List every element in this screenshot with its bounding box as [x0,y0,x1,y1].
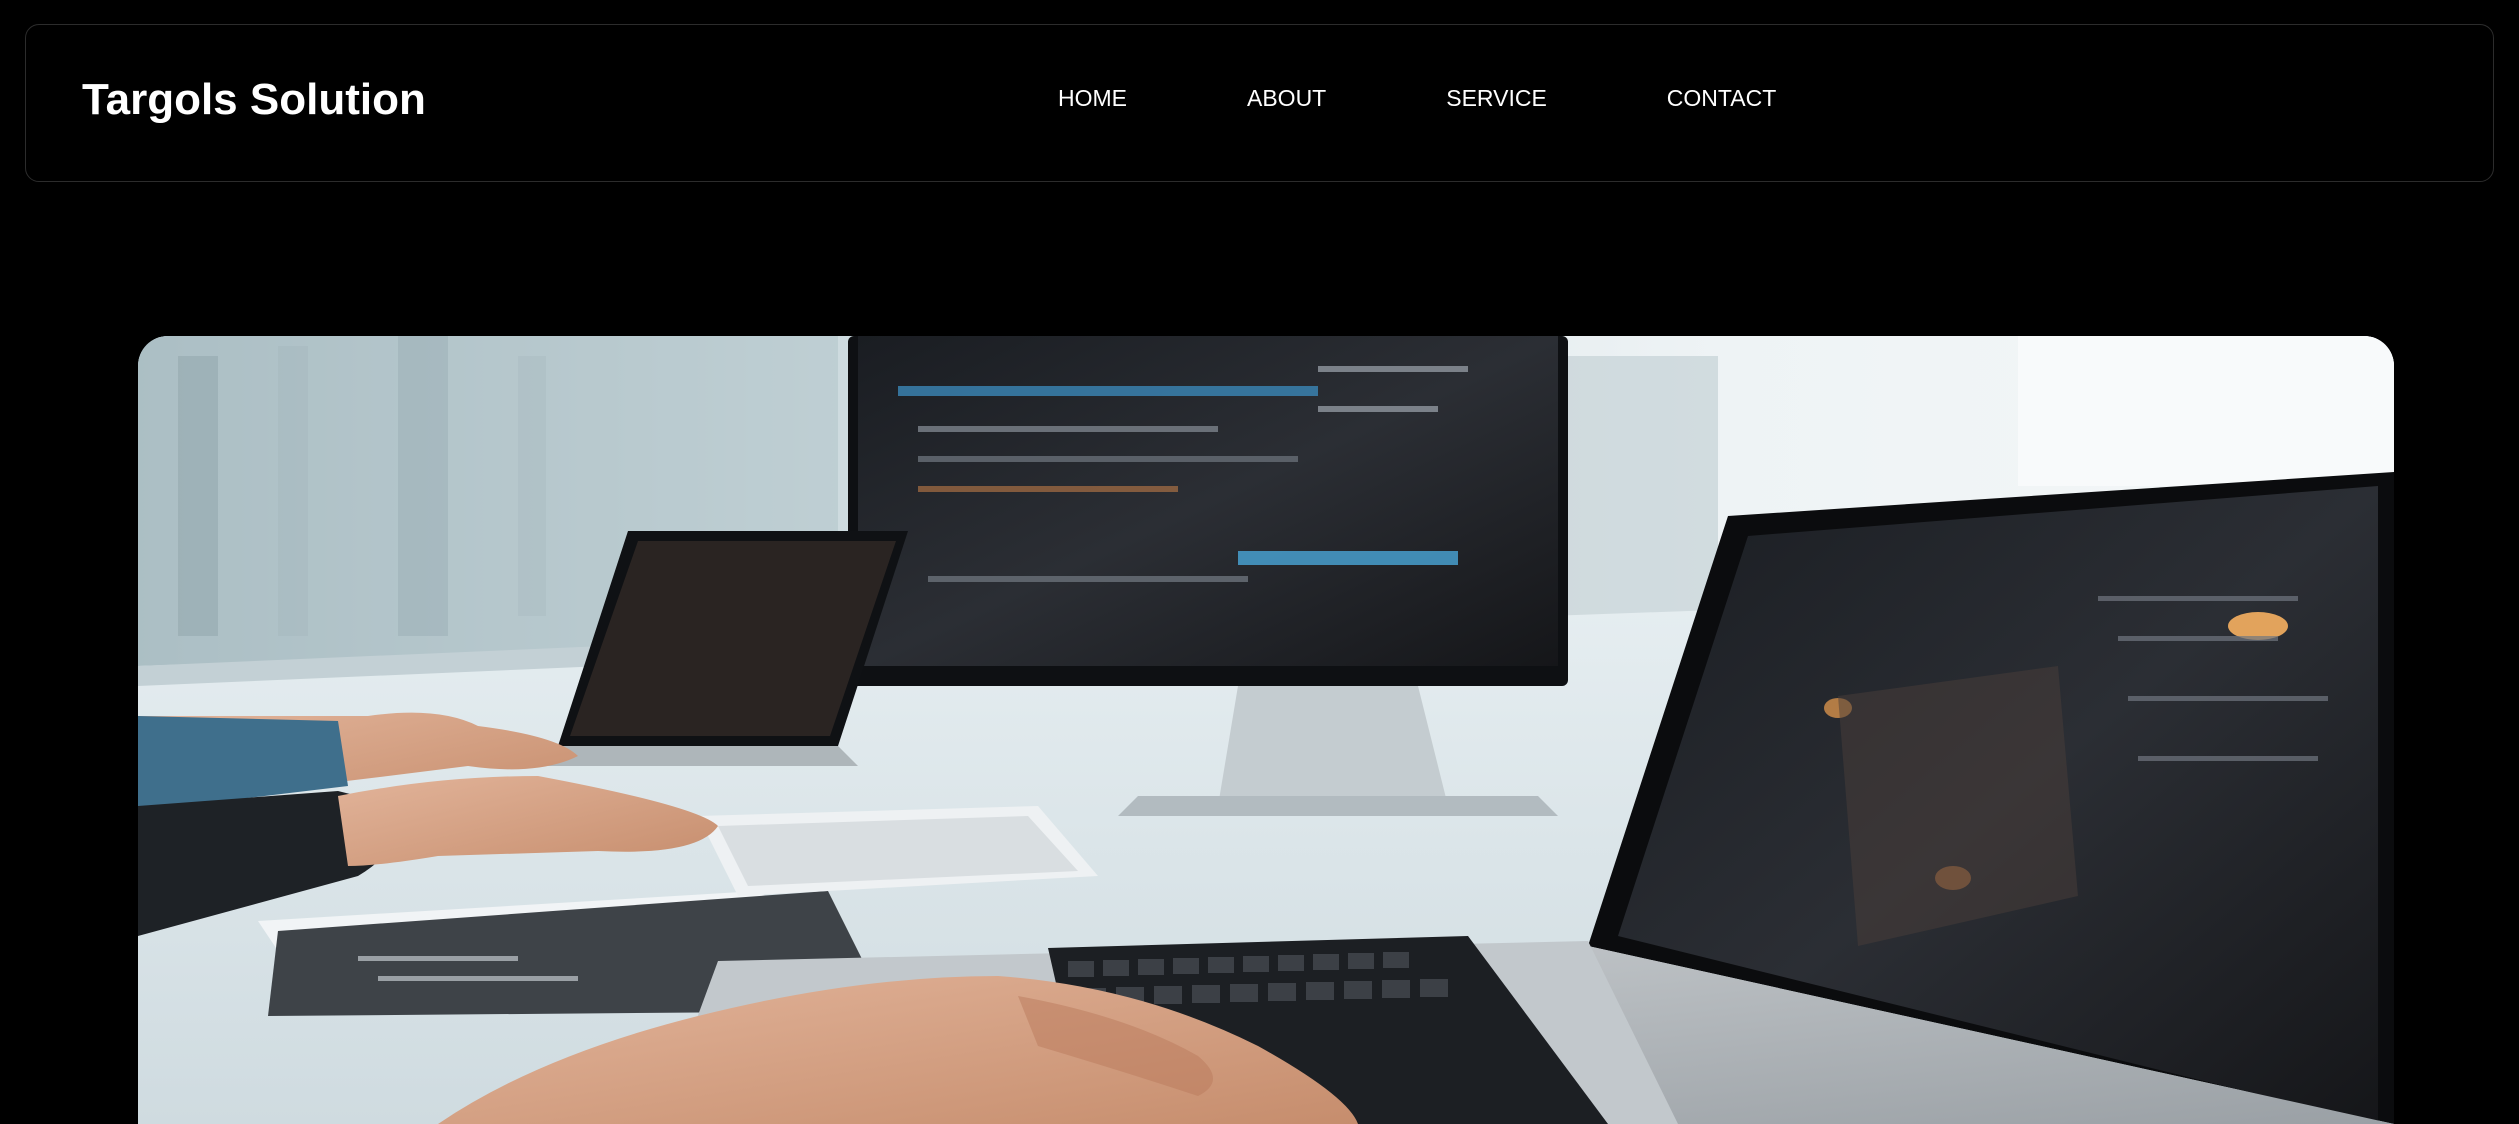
navbar: Targols Solution HOME ABOUT SERVICE CONT… [25,24,2494,182]
nav-link-service[interactable]: SERVICE [1446,87,1547,110]
nav-link-home[interactable]: HOME [1058,87,1127,110]
brand-logo[interactable]: Targols Solution [82,78,426,122]
nav-menu: HOME ABOUT SERVICE CONTACT [1058,87,1776,110]
nav-link-contact[interactable]: CONTACT [1667,87,1776,110]
hero-photo [138,336,2394,1124]
nav-link-about[interactable]: ABOUT [1247,87,1326,110]
hero-image [138,336,2394,1124]
